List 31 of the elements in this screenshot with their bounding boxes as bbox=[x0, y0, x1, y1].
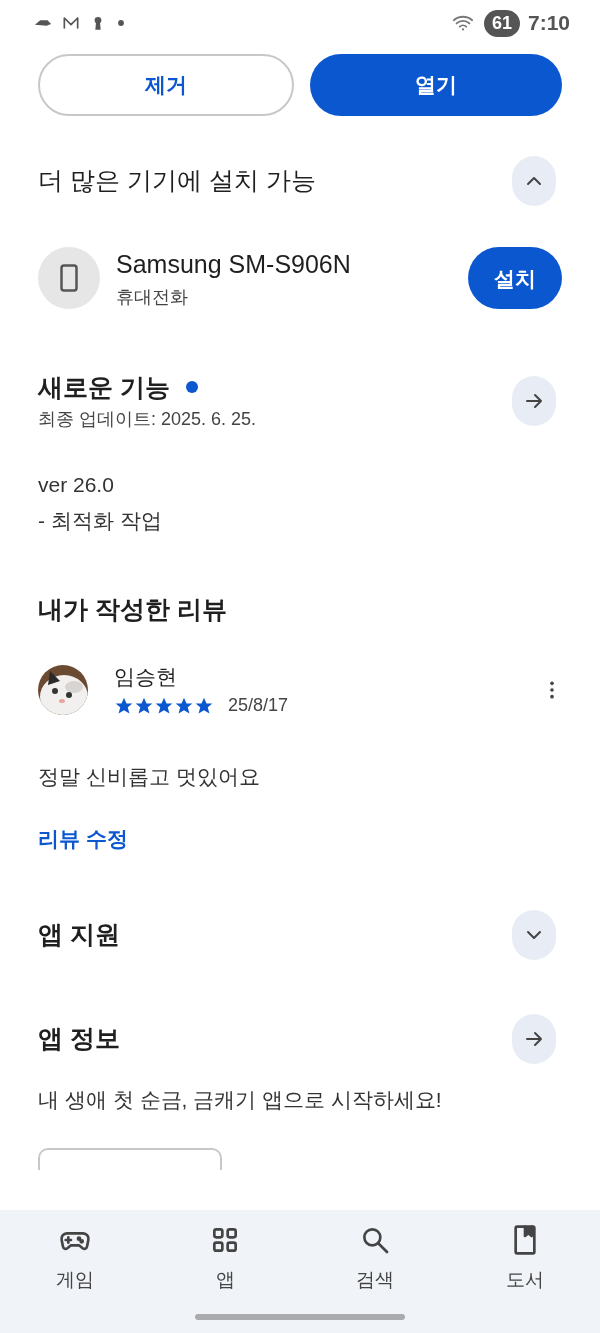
device-name: Samsung SM-S906N bbox=[116, 249, 352, 280]
cloud-icon bbox=[34, 18, 52, 28]
collapse-button[interactable] bbox=[512, 156, 556, 206]
category-chip[interactable] bbox=[38, 1147, 222, 1170]
nav-tab[interactable]: 앱 bbox=[150, 1210, 300, 1333]
review-text: 정말 신비롭고 멋있어요 bbox=[37, 764, 261, 790]
section-heading: 앱 지원 bbox=[38, 919, 120, 951]
section-heading: 더 많은 기기에 설치 가능 bbox=[38, 165, 316, 197]
nav-tab[interactable]: 검색 bbox=[300, 1210, 450, 1333]
device-type: 휴대전화 bbox=[116, 285, 189, 309]
edit-review-link[interactable]: 리뷰 수정 bbox=[38, 822, 128, 854]
install-button[interactable]: 설치 bbox=[468, 247, 562, 310]
section-heading: 새로운 기능 bbox=[38, 371, 170, 403]
section-heading: 내가 작성한 리뷰 bbox=[37, 594, 228, 625]
nav-tab[interactable]: 도서 bbox=[450, 1210, 600, 1333]
reviewer-name: 임승현 bbox=[114, 663, 178, 690]
section-heading: 앱 정보 bbox=[38, 1023, 120, 1055]
nav-tab[interactable]: 게임 bbox=[0, 1210, 150, 1333]
update-date: 최종 업데이트: 2025. 6. 25. bbox=[38, 408, 257, 431]
home-indicator[interactable] bbox=[195, 1314, 405, 1320]
open-button[interactable]: 열기 bbox=[310, 54, 562, 116]
open-section-button[interactable] bbox=[512, 375, 556, 426]
open-section-button[interactable] bbox=[512, 1014, 556, 1064]
battery-level: 61 bbox=[483, 9, 520, 37]
app-description: 내 생애 첫 순금, 금캐기 앱으로 시작하세요! bbox=[37, 1087, 443, 1113]
release-note: - 최적화 작업 bbox=[38, 508, 163, 534]
expand-button[interactable] bbox=[512, 910, 556, 960]
remove-button[interactable]: 제거 bbox=[38, 54, 294, 116]
release-note: ver 26.0 bbox=[38, 472, 115, 498]
review-date: 25/8/17 bbox=[228, 694, 289, 717]
clock: 7:10 bbox=[527, 10, 570, 37]
